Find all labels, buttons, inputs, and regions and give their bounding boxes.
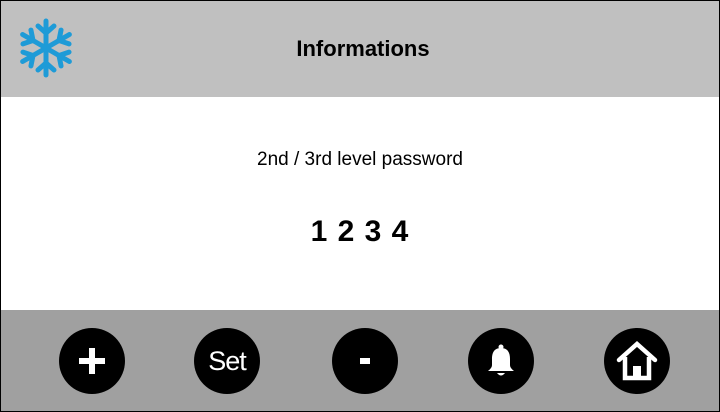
password-value: 1 2 3 4: [310, 215, 410, 248]
home-button[interactable]: [604, 328, 670, 394]
bell-icon: [488, 344, 514, 376]
info-panel: 2nd / 3rd level password 1 2 3 4: [1, 97, 719, 310]
plus-button[interactable]: [59, 328, 125, 394]
minus-icon: [360, 358, 370, 364]
footer-toolbar: Set: [1, 310, 719, 411]
page-title: Informations: [296, 36, 430, 61]
app-window: Informations 2nd / 3rd level password 1 …: [0, 0, 720, 412]
set-button[interactable]: Set: [194, 328, 260, 394]
plus-icon: [79, 348, 105, 374]
home-icon: [616, 340, 658, 381]
alarm-button[interactable]: [468, 328, 534, 394]
header-bar: Informations: [1, 1, 719, 97]
set-button-label: Set: [208, 345, 247, 376]
password-label: 2nd / 3rd level password: [257, 149, 463, 170]
minus-button[interactable]: [332, 328, 398, 394]
